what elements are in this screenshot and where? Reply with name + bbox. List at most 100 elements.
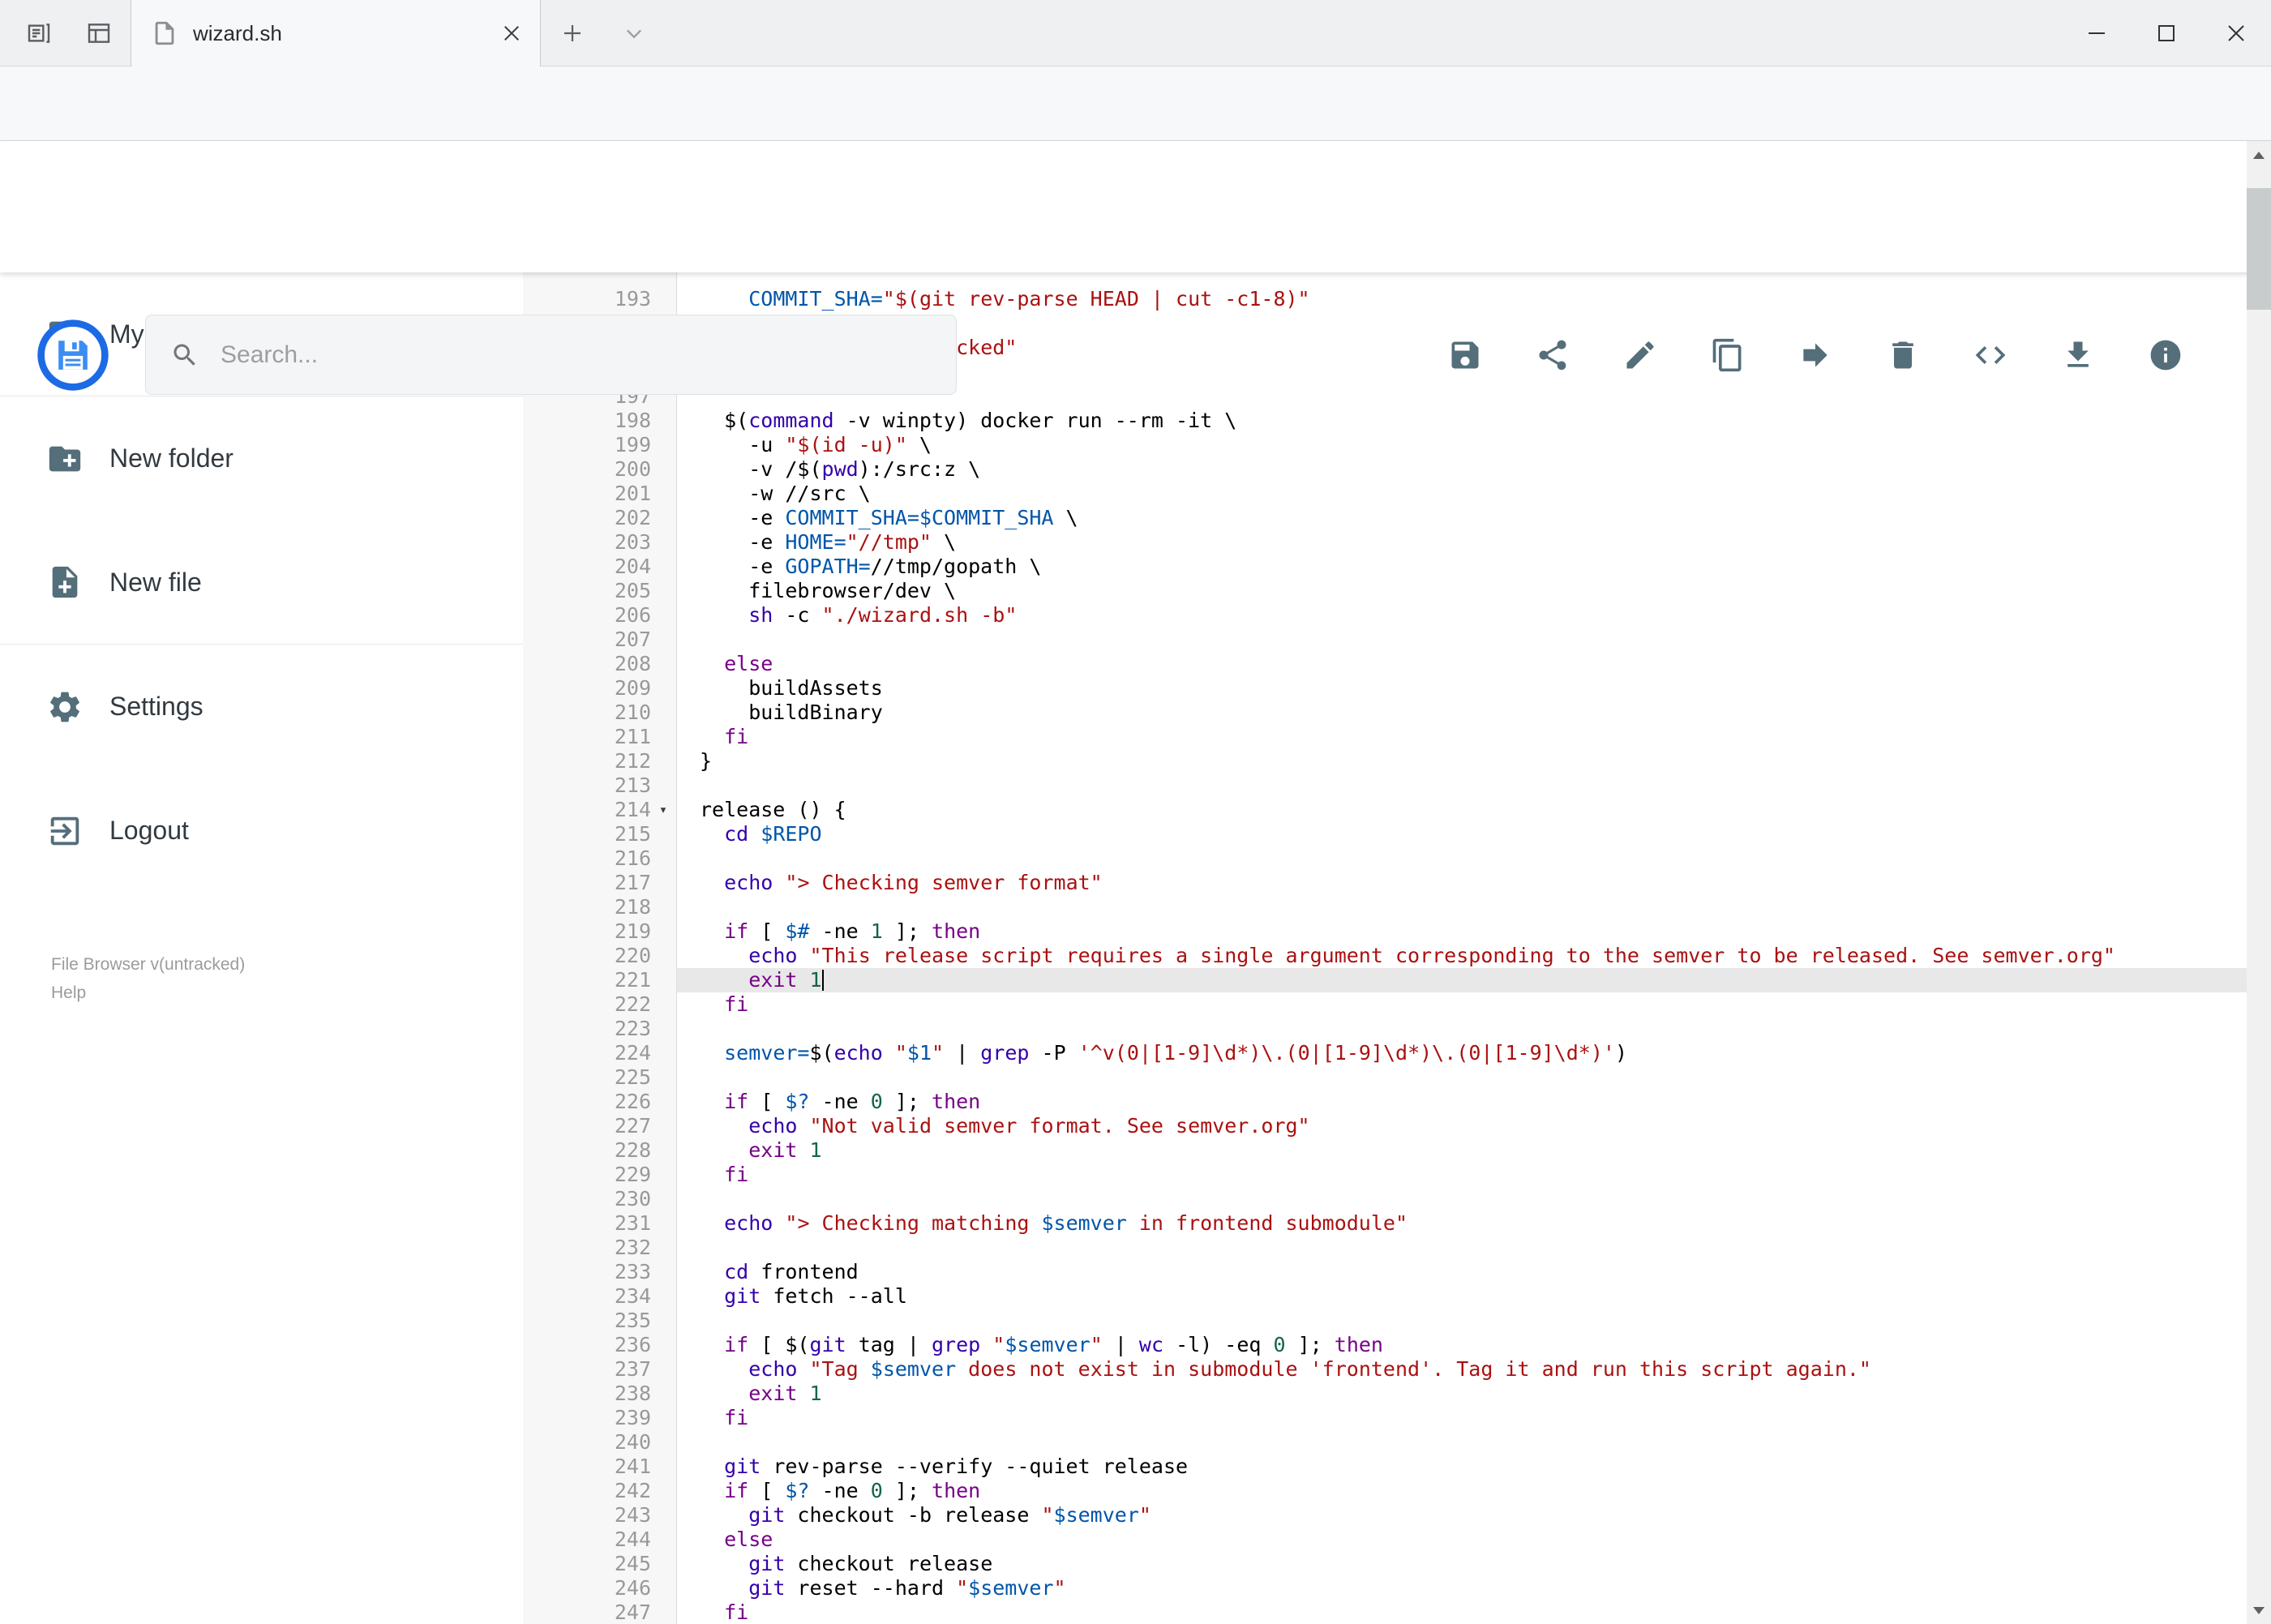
search-icon xyxy=(170,341,199,370)
code-line[interactable]: if [ $(git tag | grep "$semver" | wc -l)… xyxy=(677,1333,2247,1357)
code-line[interactable]: -u "$(id -u)" \ xyxy=(677,433,2247,457)
code-line[interactable] xyxy=(677,1430,2247,1455)
tab-preview-icon xyxy=(86,20,112,46)
help-link[interactable]: Help xyxy=(51,979,245,1007)
new-tab-button[interactable] xyxy=(548,0,597,66)
code-line[interactable]: echo "Tag $semver does not exist in subm… xyxy=(677,1357,2247,1382)
code-line[interactable]: exit 1 xyxy=(677,968,2247,992)
code-line[interactable]: exit 1 xyxy=(677,1138,2247,1163)
sidebar-item-settings[interactable]: Settings xyxy=(0,645,523,769)
page-scrollbar[interactable] xyxy=(2247,141,2271,1624)
code-line[interactable]: echo "> Checking matching $semver in fro… xyxy=(677,1211,2247,1236)
code-line[interactable] xyxy=(677,846,2247,871)
edit-button[interactable] xyxy=(1622,337,1658,373)
gutter-line-number: 235 xyxy=(614,1309,651,1332)
gutter-line-number: 225 xyxy=(614,1065,651,1089)
filebrowser-logo[interactable] xyxy=(36,319,109,392)
search-box[interactable] xyxy=(145,315,957,395)
editor-gutter-lines: 1931941951961971981992002012022032042052… xyxy=(523,272,676,1624)
code-line[interactable]: else xyxy=(677,1528,2247,1552)
sidebar-item-label: New folder xyxy=(109,443,234,473)
copy-button[interactable] xyxy=(1710,337,1746,373)
code-line[interactable]: filebrowser/dev \ xyxy=(677,579,2247,603)
code-line[interactable]: git rev-parse --verify --quiet release xyxy=(677,1455,2247,1479)
code-line[interactable] xyxy=(677,1187,2247,1211)
code-line[interactable]: git checkout -b release "$semver" xyxy=(677,1503,2247,1528)
code-line[interactable] xyxy=(677,628,2247,652)
code-line[interactable]: -e HOME="//tmp" \ xyxy=(677,530,2247,555)
tab-close-button[interactable] xyxy=(503,24,521,42)
download-button[interactable] xyxy=(2060,337,2096,373)
code-line[interactable]: git reset --hard "$semver" xyxy=(677,1576,2247,1600)
minimize-button[interactable] xyxy=(2062,0,2132,66)
code-line[interactable] xyxy=(677,895,2247,919)
code-line[interactable] xyxy=(677,1236,2247,1260)
text-cursor xyxy=(821,970,824,991)
gutter-line-number: 229 xyxy=(614,1163,651,1186)
code-line[interactable] xyxy=(677,773,2247,798)
code-line[interactable]: cd frontend xyxy=(677,1260,2247,1284)
gutter-line-number: 236 xyxy=(614,1333,651,1356)
scrollbar-up-button[interactable] xyxy=(2247,141,2271,169)
code-line[interactable]: fi xyxy=(677,1406,2247,1430)
editor-code[interactable]: COMMIT_SHA="$(git rev-parse HEAD | cut -… xyxy=(677,272,2247,1624)
search-input[interactable] xyxy=(221,341,932,369)
info-button[interactable] xyxy=(2148,337,2183,373)
code-line[interactable]: COMMIT_SHA="$(git rev-parse HEAD | cut -… xyxy=(677,287,2247,311)
code-line[interactable]: cd $REPO xyxy=(677,822,2247,846)
code-line[interactable]: buildBinary xyxy=(677,701,2247,725)
code-line[interactable]: echo "> Checking semver format" xyxy=(677,871,2247,895)
set-tabs-aside-button[interactable] xyxy=(16,0,62,66)
code-line[interactable]: -e COMMIT_SHA=$COMMIT_SHA \ xyxy=(677,506,2247,530)
code-line[interactable]: echo "Not valid semver format. See semve… xyxy=(677,1114,2247,1138)
copy-icon xyxy=(1710,337,1746,373)
scrollbar-down-button[interactable] xyxy=(2247,1596,2271,1624)
code-line[interactable]: fi xyxy=(677,992,2247,1017)
code-editor[interactable]: 1931941951961971981992002012022032042052… xyxy=(523,272,2247,1624)
code-line[interactable] xyxy=(677,1065,2247,1090)
tab-preview-button[interactable] xyxy=(76,0,122,66)
sidebar-item-logout[interactable]: Logout xyxy=(0,769,523,893)
maximize-button[interactable] xyxy=(2132,0,2201,66)
code-line[interactable]: fi xyxy=(677,1600,2247,1624)
code-line[interactable]: echo "This release script requires a sin… xyxy=(677,944,2247,968)
gutter-line-number: 230 xyxy=(614,1187,651,1211)
code-line[interactable]: else xyxy=(677,652,2247,676)
code-line[interactable] xyxy=(677,1017,2247,1041)
sidebar-item-new-file[interactable]: New file xyxy=(0,521,523,645)
code-line[interactable]: semver=$(echo "$1" | grep -P '^v(0|[1-9]… xyxy=(677,1041,2247,1065)
gutter-line-number: 242 xyxy=(614,1479,651,1502)
code-line[interactable]: -e GOPATH=//tmp/gopath \ xyxy=(677,555,2247,579)
chevron-down-icon xyxy=(623,22,645,45)
code-line[interactable]: -v /$(pwd):/src:z \ xyxy=(677,457,2247,482)
code-line[interactable]: fi xyxy=(677,725,2247,749)
gutter-line-number: 202 xyxy=(614,506,651,529)
code-line[interactable]: $(command -v winpty) docker run --rm -it… xyxy=(677,409,2247,433)
close-button[interactable] xyxy=(2201,0,2271,66)
code-line[interactable] xyxy=(677,1309,2247,1333)
code-line[interactable]: sh -c "./wizard.sh -b" xyxy=(677,603,2247,628)
save-button[interactable] xyxy=(1447,337,1483,373)
code-line[interactable]: git fetch --all xyxy=(677,1284,2247,1309)
code-line[interactable]: -w //src \ xyxy=(677,482,2247,506)
code-line[interactable]: buildAssets xyxy=(677,676,2247,701)
share-button[interactable] xyxy=(1535,337,1570,373)
code-line[interactable]: if [ $? -ne 0 ]; then xyxy=(677,1479,2247,1503)
move-button[interactable] xyxy=(1798,337,1833,373)
fold-marker-icon[interactable]: ▾ xyxy=(651,798,675,822)
code-line[interactable]: release () { xyxy=(677,798,2247,822)
scrollbar-thumb[interactable] xyxy=(2247,188,2271,310)
code-line[interactable]: git checkout release xyxy=(677,1552,2247,1576)
editor-code-lines: COMMIT_SHA="$(git rev-parse HEAD | cut -… xyxy=(677,272,2247,1624)
code-line[interactable]: exit 1 xyxy=(677,1382,2247,1406)
code-view-button[interactable] xyxy=(1973,337,2008,373)
tab-list-chevron-button[interactable] xyxy=(610,0,658,66)
code-line[interactable]: if [ $# -ne 1 ]; then xyxy=(677,919,2247,944)
delete-button[interactable] xyxy=(1885,337,1921,373)
code-line[interactable]: } xyxy=(677,749,2247,773)
sidebar-item-new-folder[interactable]: New folder xyxy=(0,396,523,521)
browser-tab[interactable]: wizard.sh xyxy=(131,0,541,66)
gutter-line-number: 232 xyxy=(614,1236,651,1259)
code-line[interactable]: if [ $? -ne 0 ]; then xyxy=(677,1090,2247,1114)
code-line[interactable]: fi xyxy=(677,1163,2247,1187)
